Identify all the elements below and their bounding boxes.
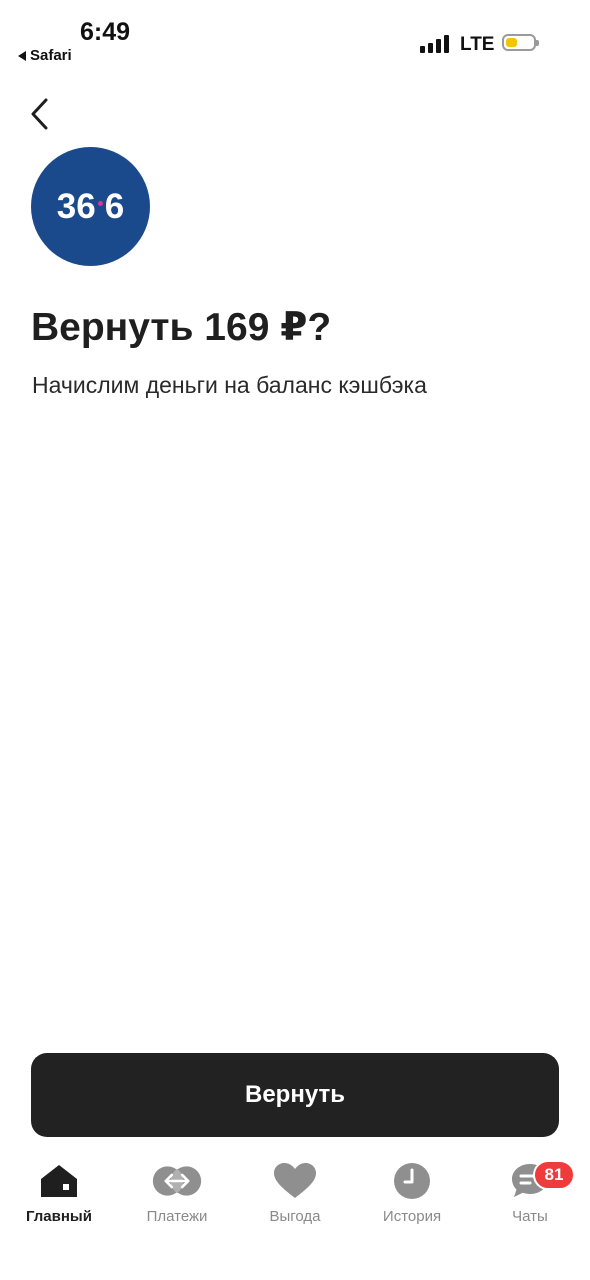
signal-icon bbox=[420, 35, 449, 53]
back-app-label: Safari bbox=[30, 47, 72, 64]
refund-button[interactable]: Вернуть bbox=[31, 1053, 559, 1137]
tab-payments-label: Платежи bbox=[146, 1208, 208, 1225]
tab-history-label: История bbox=[382, 1208, 442, 1225]
logo-text-left: 36 bbox=[56, 186, 96, 226]
page-subtitle: Начислим деньги на баланс кэшбэка bbox=[32, 372, 427, 398]
status-time: 6:49 bbox=[80, 18, 131, 46]
back-to-safari[interactable]: Safari bbox=[18, 47, 72, 64]
logo-text-right: 6 bbox=[104, 186, 125, 226]
back-triangle-icon bbox=[18, 50, 26, 61]
tab-home[interactable]: Главный bbox=[4, 1160, 114, 1235]
tab-history[interactable]: История bbox=[357, 1160, 467, 1235]
tab-home-label: Главный bbox=[26, 1208, 92, 1225]
tab-payments[interactable]: Платежи bbox=[122, 1160, 232, 1235]
logo-dot bbox=[97, 201, 103, 206]
heart-icon bbox=[274, 1163, 316, 1198]
battery-icon bbox=[502, 34, 539, 51]
tab-benefits-label: Выгода bbox=[269, 1208, 321, 1225]
chevron-left-icon bbox=[31, 98, 48, 130]
back-button[interactable] bbox=[24, 92, 64, 136]
tab-benefits[interactable]: Выгода bbox=[240, 1160, 350, 1235]
page-title: Вернуть 169 ₽? bbox=[31, 306, 332, 349]
home-icon bbox=[41, 1165, 77, 1197]
network-type: LTE bbox=[460, 34, 495, 55]
tab-chats-label: Чаты bbox=[512, 1208, 548, 1225]
tab-bar: Главный Платежи Выгода История Чаты bbox=[0, 1160, 590, 1240]
transfer-icon bbox=[152, 1166, 202, 1196]
merchant-logo: 36 6 bbox=[31, 147, 150, 266]
clock-icon bbox=[394, 1163, 430, 1199]
chats-unread-badge: 81 bbox=[533, 1160, 575, 1190]
